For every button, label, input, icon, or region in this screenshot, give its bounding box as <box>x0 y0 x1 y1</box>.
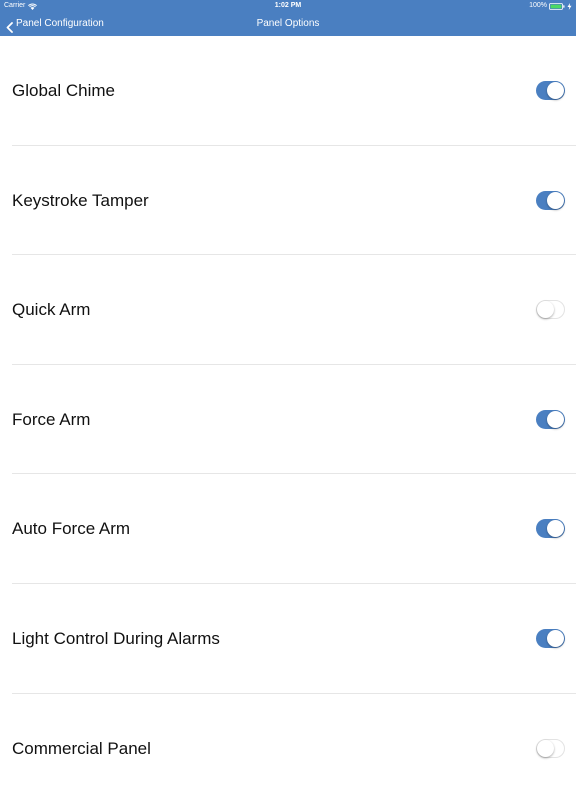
back-button-label: Panel Configuration <box>16 18 104 29</box>
nav-row: Panel Configuration Panel Options <box>0 12 576 36</box>
option-row-global-chime: Global Chime <box>0 36 576 146</box>
option-label: Keystroke Tamper <box>12 190 149 210</box>
option-row-quick-arm: Quick Arm <box>0 255 576 365</box>
navigation-bar: Carrier 1:02 PM 100% Panel Configuration… <box>0 0 576 36</box>
status-time: 1:02 PM <box>274 2 302 9</box>
option-row-force-arm: Force Arm <box>0 365 576 475</box>
status-bar: Carrier 1:02 PM 100% <box>0 0 576 12</box>
global-chime-toggle[interactable] <box>536 81 565 100</box>
toggle-knob <box>547 410 564 428</box>
battery-indicator: 100% <box>529 0 572 12</box>
back-button[interactable]: Panel Configuration <box>6 12 104 36</box>
toggle-knob <box>547 82 564 99</box>
light-control-during-alarms-toggle[interactable] <box>536 629 565 648</box>
chevron-left-icon <box>6 19 13 33</box>
option-label: Global Chime <box>12 81 115 100</box>
option-row-light-control-during-alarms: Light Control During Alarms <box>0 584 576 694</box>
option-row-keystroke-tamper: Keystroke Tamper <box>0 146 576 256</box>
options-list: Global Chime Keystroke Tamper Quick Arm … <box>0 36 576 768</box>
option-label: Quick Arm <box>12 300 91 320</box>
toggle-knob <box>547 191 564 209</box>
charging-bolt-icon <box>567 2 572 10</box>
toggle-knob <box>547 630 564 647</box>
toggle-knob <box>547 520 564 538</box>
option-row-commercial-panel: Commercial Panel <box>0 694 576 803</box>
quick-arm-toggle[interactable] <box>536 300 565 320</box>
commercial-panel-toggle[interactable] <box>536 738 565 758</box>
option-label: Auto Force Arm <box>12 519 131 539</box>
auto-force-arm-toggle[interactable] <box>536 519 565 539</box>
option-label: Light Control During Alarms <box>12 629 220 648</box>
toggle-knob <box>537 301 554 319</box>
option-row-auto-force-arm: Auto Force Arm <box>0 474 576 584</box>
option-label: Force Arm <box>12 409 91 429</box>
battery-icon <box>549 2 565 10</box>
force-arm-toggle[interactable] <box>536 409 565 429</box>
toggle-knob <box>537 739 554 757</box>
battery-percent: 100% <box>529 2 547 9</box>
keystroke-tamper-toggle[interactable] <box>536 190 565 210</box>
option-label: Commercial Panel <box>12 738 151 758</box>
